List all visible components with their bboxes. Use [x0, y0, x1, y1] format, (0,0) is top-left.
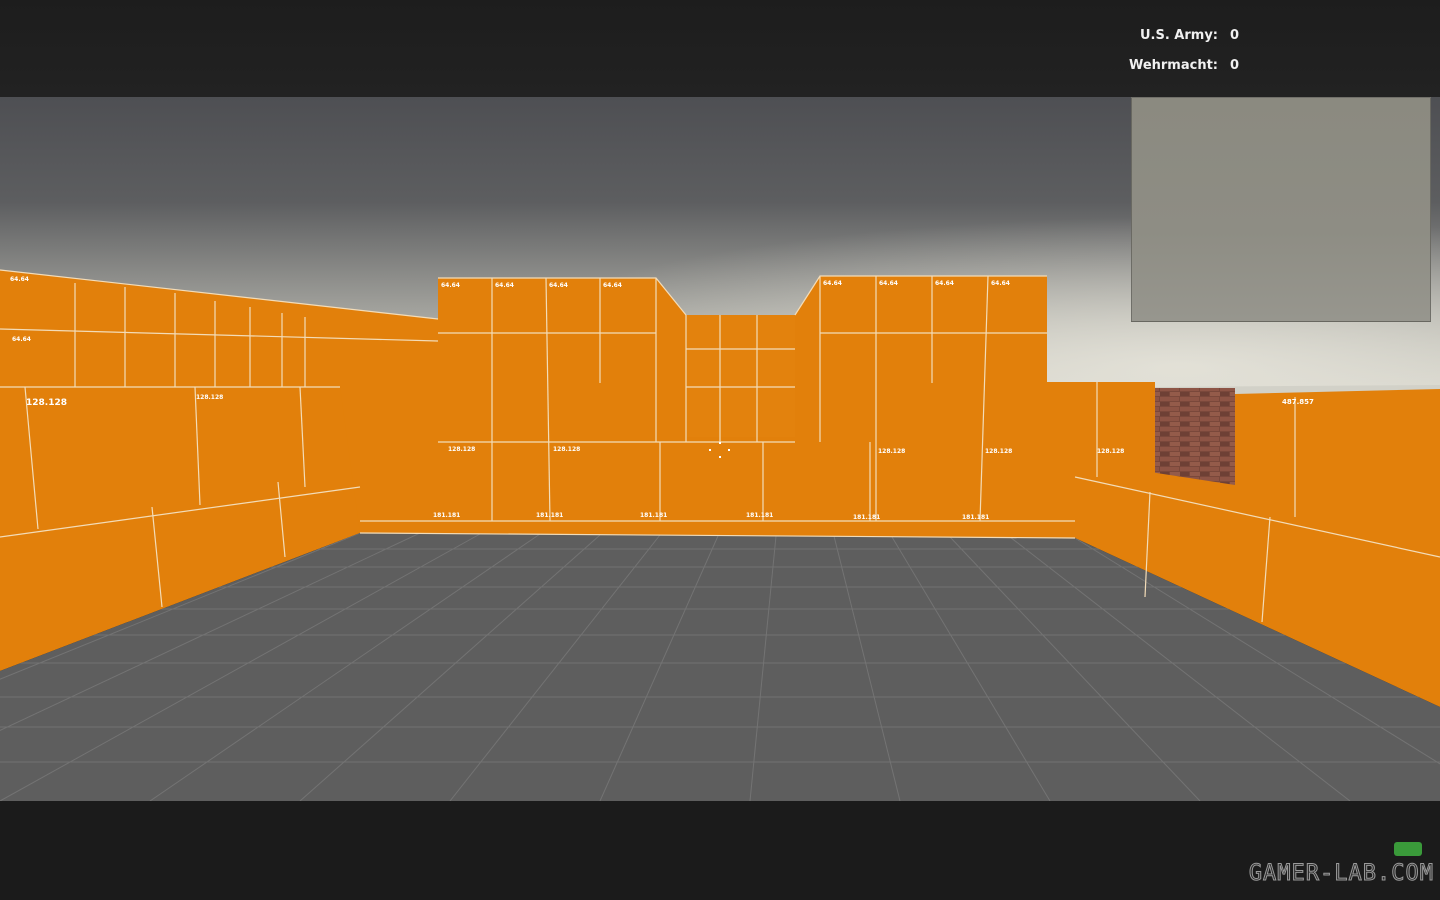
texture-label: 64.64 [991, 280, 1010, 287]
texture-label: 64.64 [879, 280, 898, 287]
watermark-logo-icon [1394, 842, 1422, 856]
texture-label: 128.128 [985, 448, 1012, 455]
watermark: GAMER-LAB.COM [1248, 861, 1434, 887]
score-row-us-army: U.S. Army: 0 [1120, 24, 1300, 54]
texture-label: 181.181 [746, 512, 773, 519]
score-row-wehrmacht: Wehrmacht: 0 [1120, 54, 1300, 84]
texture-label: 128.128 [26, 398, 67, 408]
texture-label: 128.128 [553, 446, 580, 453]
texture-label: 64.64 [935, 280, 954, 287]
minimap-panel [1131, 97, 1431, 322]
texture-label: 128.128 [1097, 448, 1124, 455]
texture-label: 181.181 [536, 512, 563, 519]
texture-label: 128.128 [878, 448, 905, 455]
team-name: U.S. Army: [1139, 28, 1218, 43]
texture-label: 64.64 [823, 280, 842, 287]
texture-label: 181.181 [640, 512, 667, 519]
texture-label: 181.181 [433, 512, 460, 519]
texture-label: 64.64 [549, 282, 568, 289]
team-scoreboard: U.S. Army: 0 Wehrmacht: 0 [1120, 24, 1300, 84]
team-score: 0 [1230, 28, 1240, 43]
texture-label: 181.181 [853, 514, 880, 521]
texture-label: 128.128 [196, 394, 223, 401]
team-name: Wehrmacht: [1128, 58, 1218, 73]
texture-label: 487.857 [1282, 398, 1314, 406]
bottom-letterbox-bar [0, 801, 1440, 900]
brick-wall-patch [1150, 388, 1235, 485]
texture-label: 64.64 [441, 282, 460, 289]
texture-label: 64.64 [603, 282, 622, 289]
texture-label: 64.64 [10, 276, 29, 283]
texture-label: 64.64 [12, 336, 31, 343]
back-wall-recess [686, 315, 795, 442]
texture-label: 181.181 [962, 514, 989, 521]
texture-label: 64.64 [495, 282, 514, 289]
team-score: 0 [1230, 58, 1240, 73]
texture-label: 128.128 [448, 446, 475, 453]
